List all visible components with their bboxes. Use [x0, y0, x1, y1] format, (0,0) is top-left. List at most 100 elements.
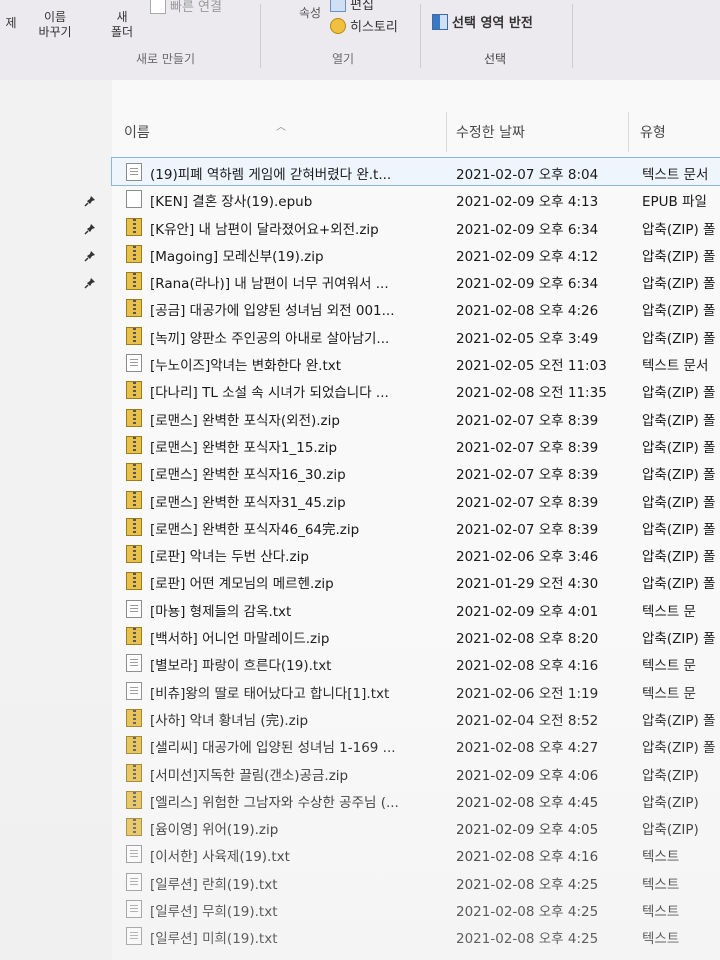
file-name: [공금] 대공가에 입양된 성녀님 외전 001...	[150, 303, 395, 320]
file-row[interactable]: [누노이즈]악녀는 변화한다 완.txt 2021-02-05 오전 11:03 텍…	[112, 349, 720, 376]
column-headers: 이름 수정한 날짜 유형	[112, 112, 720, 152]
file-name: [로맨스] 완벽한 포식자31_45.zip	[150, 494, 346, 511]
pin-icon[interactable]	[84, 192, 96, 207]
file-row[interactable]: [별보라] 파랑이 흐른다(19).txt 2021-02-08 오후 4:16 텍…	[112, 649, 720, 676]
file-name: [K유안] 내 남편이 달라졌어요+외전.zip	[150, 221, 379, 238]
file-name: [Rana(라나)] 내 남편이 너무 귀여워서 ...	[150, 276, 389, 293]
delete-button[interactable]: 제	[0, 6, 22, 31]
file-name: (19)피폐 역하렘 게임에 갇혀버렸다 완.t...	[150, 167, 392, 183]
file-name: [별보라] 파랑이 흐른다(19).txt	[150, 658, 332, 675]
file-type: 텍스트 문	[642, 685, 696, 702]
file-type: 압축(ZIP) 폴	[642, 631, 716, 648]
zip-folder-icon	[126, 435, 142, 454]
file-name: [누노이즈]악녀는 변화한다 완.txt	[150, 358, 342, 375]
file-modified-date: 2021-02-05 오후 3:49	[456, 330, 599, 347]
text-file-icon	[126, 927, 142, 946]
file-modified-date: 2021-02-08 오후 4:16	[456, 849, 599, 866]
file-type: 텍스트 문서	[642, 167, 709, 183]
file-name: [로맨스] 완벽한 포식자(외전).zip	[150, 412, 340, 429]
file-type: 텍스트	[642, 931, 680, 948]
file-row[interactable]: [Rana(라나)] 내 남편이 너무 귀여워서 ... 2021-02-09 오…	[112, 267, 720, 294]
text-file-icon	[126, 681, 142, 700]
file-modified-date: 2021-02-09 오후 6:34	[456, 221, 599, 238]
pin-icon[interactable]	[84, 247, 96, 262]
file-row[interactable]: [윰이영] 위어(19).zip 2021-02-09 오후 4:05 압축(ZIP…	[112, 813, 720, 840]
file-row[interactable]: [서미선]지독한 끌림(갠소)공금.zip 2021-02-09 오후 4:06 압…	[112, 759, 720, 786]
file-name: [일루션] 란희(19).txt	[150, 876, 278, 893]
file-modified-date: 2021-02-07 오후 8:39	[456, 494, 599, 511]
file-row[interactable]: [공금] 대공가에 입양된 성녀님 외전 001... 2021-02-08 오후…	[112, 294, 720, 321]
column-name[interactable]: 이름	[124, 122, 150, 142]
file-row[interactable]: [백서하] 어니언 마말레이드.zip 2021-02-08 오후 8:20 압축(…	[112, 622, 720, 649]
file-name: [일루션] 미희(19).txt	[150, 931, 278, 948]
file-row[interactable]: [이서한] 사육제(19).txt 2021-02-08 오후 4:16 텍스트	[112, 840, 720, 867]
text-file-icon	[126, 872, 142, 891]
file-type: 압축(ZIP) 폴	[642, 712, 716, 729]
zip-folder-icon	[126, 408, 142, 427]
text-file-icon	[126, 845, 142, 864]
pin-icon[interactable]	[84, 274, 96, 289]
column-divider[interactable]	[628, 112, 629, 152]
file-row[interactable]: [Magoing] 모레신부(19).zip 2021-02-09 오후 4:12…	[112, 240, 720, 267]
pin-icon[interactable]	[84, 220, 96, 235]
file-type: 텍스트	[642, 904, 680, 921]
file-modified-date: 2021-02-09 오후 4:13	[456, 194, 599, 211]
file-modified-date: 2021-01-29 오전 4:30	[456, 576, 599, 593]
file-name: [다나리] TL 소설 속 시녀가 되었습니다 ...	[150, 385, 389, 402]
invert-selection-button[interactable]: 선택 영역 반전	[432, 12, 533, 31]
new-folder-button[interactable]: 새 폴더	[100, 10, 144, 40]
edit-button[interactable]: 편집	[330, 0, 374, 13]
file-name: [마뇽] 형제들의 감옥.txt	[150, 603, 292, 620]
file-row[interactable]: [비츄]왕의 딸로 태어났다고 합니다[1].txt 2021-02-06 오전 …	[112, 677, 720, 704]
file-row[interactable]: [일루션] 무희(19).txt 2021-02-08 오후 4:25 텍스트	[112, 895, 720, 922]
file-row[interactable]: [로맨스] 완벽한 포식자(외전).zip 2021-02-07 오후 8:39 압…	[112, 404, 720, 431]
file-type: EPUB 파일	[642, 194, 707, 211]
file-row[interactable]: [녹끼] 양판소 주인공의 아내로 살아남기... 2021-02-05 오후 3…	[112, 322, 720, 349]
file-row[interactable]: [로판] 어떤 계모님의 메르헨.zip 2021-01-29 오전 4:30 압축…	[112, 567, 720, 594]
file-row[interactable]: [샐리씨] 대공가에 입양된 성녀님 1-169 ... 2021-02-08 오…	[112, 731, 720, 758]
file-row[interactable]: [다나리] TL 소설 속 시녀가 되었습니다 ... 2021-02-08 오전…	[112, 376, 720, 403]
easy-access-icon	[150, 0, 166, 14]
text-file-icon	[126, 163, 142, 181]
file-row[interactable]: [로맨스] 완벽한 포식자31_45.zip 2021-02-07 오후 8:39…	[112, 486, 720, 513]
file-modified-date: 2021-02-08 오후 4:26	[456, 303, 599, 320]
zip-folder-icon	[126, 490, 142, 509]
file-row[interactable]: [로맨스] 완벽한 포식자46_64完.zip 2021-02-07 오후 8:3…	[112, 513, 720, 540]
history-button[interactable]: 히스토리	[330, 16, 398, 35]
easy-access-button[interactable]: 빠른 연결	[150, 0, 222, 15]
edit-icon	[330, 0, 346, 12]
file-row[interactable]: [로맨스] 완벽한 포식자16_30.zip 2021-02-07 오후 8:39…	[112, 458, 720, 485]
file-modified-date: 2021-02-09 오후 4:12	[456, 248, 599, 265]
file-row[interactable]: [일루션] 란희(19).txt 2021-02-08 오후 4:25 텍스트	[112, 868, 720, 895]
group-open-label: 열기	[332, 52, 355, 66]
file-row[interactable]: (19)피폐 역하렘 게임에 갇혀버렸다 완.t... 2021-02-07 오후…	[111, 156, 720, 187]
file-row[interactable]: [마뇽] 형제들의 감옥.txt 2021-02-09 오후 4:01 텍스트 문	[112, 595, 720, 622]
file-row[interactable]: [사하] 악녀 황녀님 (完).zip 2021-02-04 오전 8:52 압축(…	[112, 704, 720, 731]
file-type: 압축(ZIP)	[642, 794, 699, 811]
file-modified-date: 2021-02-08 오후 4:16	[456, 658, 599, 675]
file-name: [Magoing] 모레신부(19).zip	[150, 248, 324, 265]
file-modified-date: 2021-02-07 오후 8:39	[456, 439, 599, 456]
file-row[interactable]: [로판] 악녀는 두번 산다.zip 2021-02-06 오후 3:46 압축(Z…	[112, 540, 720, 567]
text-file-icon	[126, 354, 142, 373]
file-name: [녹끼] 양판소 주인공의 아내로 살아남기...	[150, 330, 390, 347]
file-row[interactable]: [KEN] 결혼 장사(19).epub 2021-02-09 오후 4:13 EP…	[112, 185, 720, 212]
rename-button[interactable]: 이름 바꾸기	[30, 10, 80, 40]
file-row[interactable]: [엘리스] 위험한 그남자와 수상한 공주님 (... 2021-02-08 오후…	[112, 786, 720, 813]
file-type: 압축(ZIP)	[642, 767, 699, 784]
file-row[interactable]: [로맨스] 완벽한 포식자1_15.zip 2021-02-07 오후 8:39 압…	[112, 431, 720, 458]
file-row[interactable]: [일루션] 미희(19).txt 2021-02-08 오후 4:25 텍스트	[112, 922, 720, 949]
column-divider[interactable]	[446, 112, 447, 152]
file-type: 텍스트	[642, 876, 680, 893]
file-type: 압축(ZIP) 폴	[642, 303, 716, 320]
epub-file-icon	[126, 190, 142, 209]
file-modified-date: 2021-02-08 오후 4:27	[456, 740, 599, 757]
file-type: 압축(ZIP) 폴	[642, 385, 716, 402]
column-modified[interactable]: 수정한 날짜	[456, 122, 525, 142]
group-new-label: 새로 만들기	[136, 52, 196, 66]
file-name: [KEN] 결혼 장사(19).epub	[150, 194, 313, 211]
file-row[interactable]: [K유안] 내 남편이 달라졌어요+외전.zip 2021-02-09 오후 6:…	[112, 213, 720, 240]
column-type[interactable]: 유형	[640, 122, 666, 142]
file-modified-date: 2021-02-07 오후 8:39	[456, 521, 599, 538]
ribbon-separator	[572, 4, 573, 68]
